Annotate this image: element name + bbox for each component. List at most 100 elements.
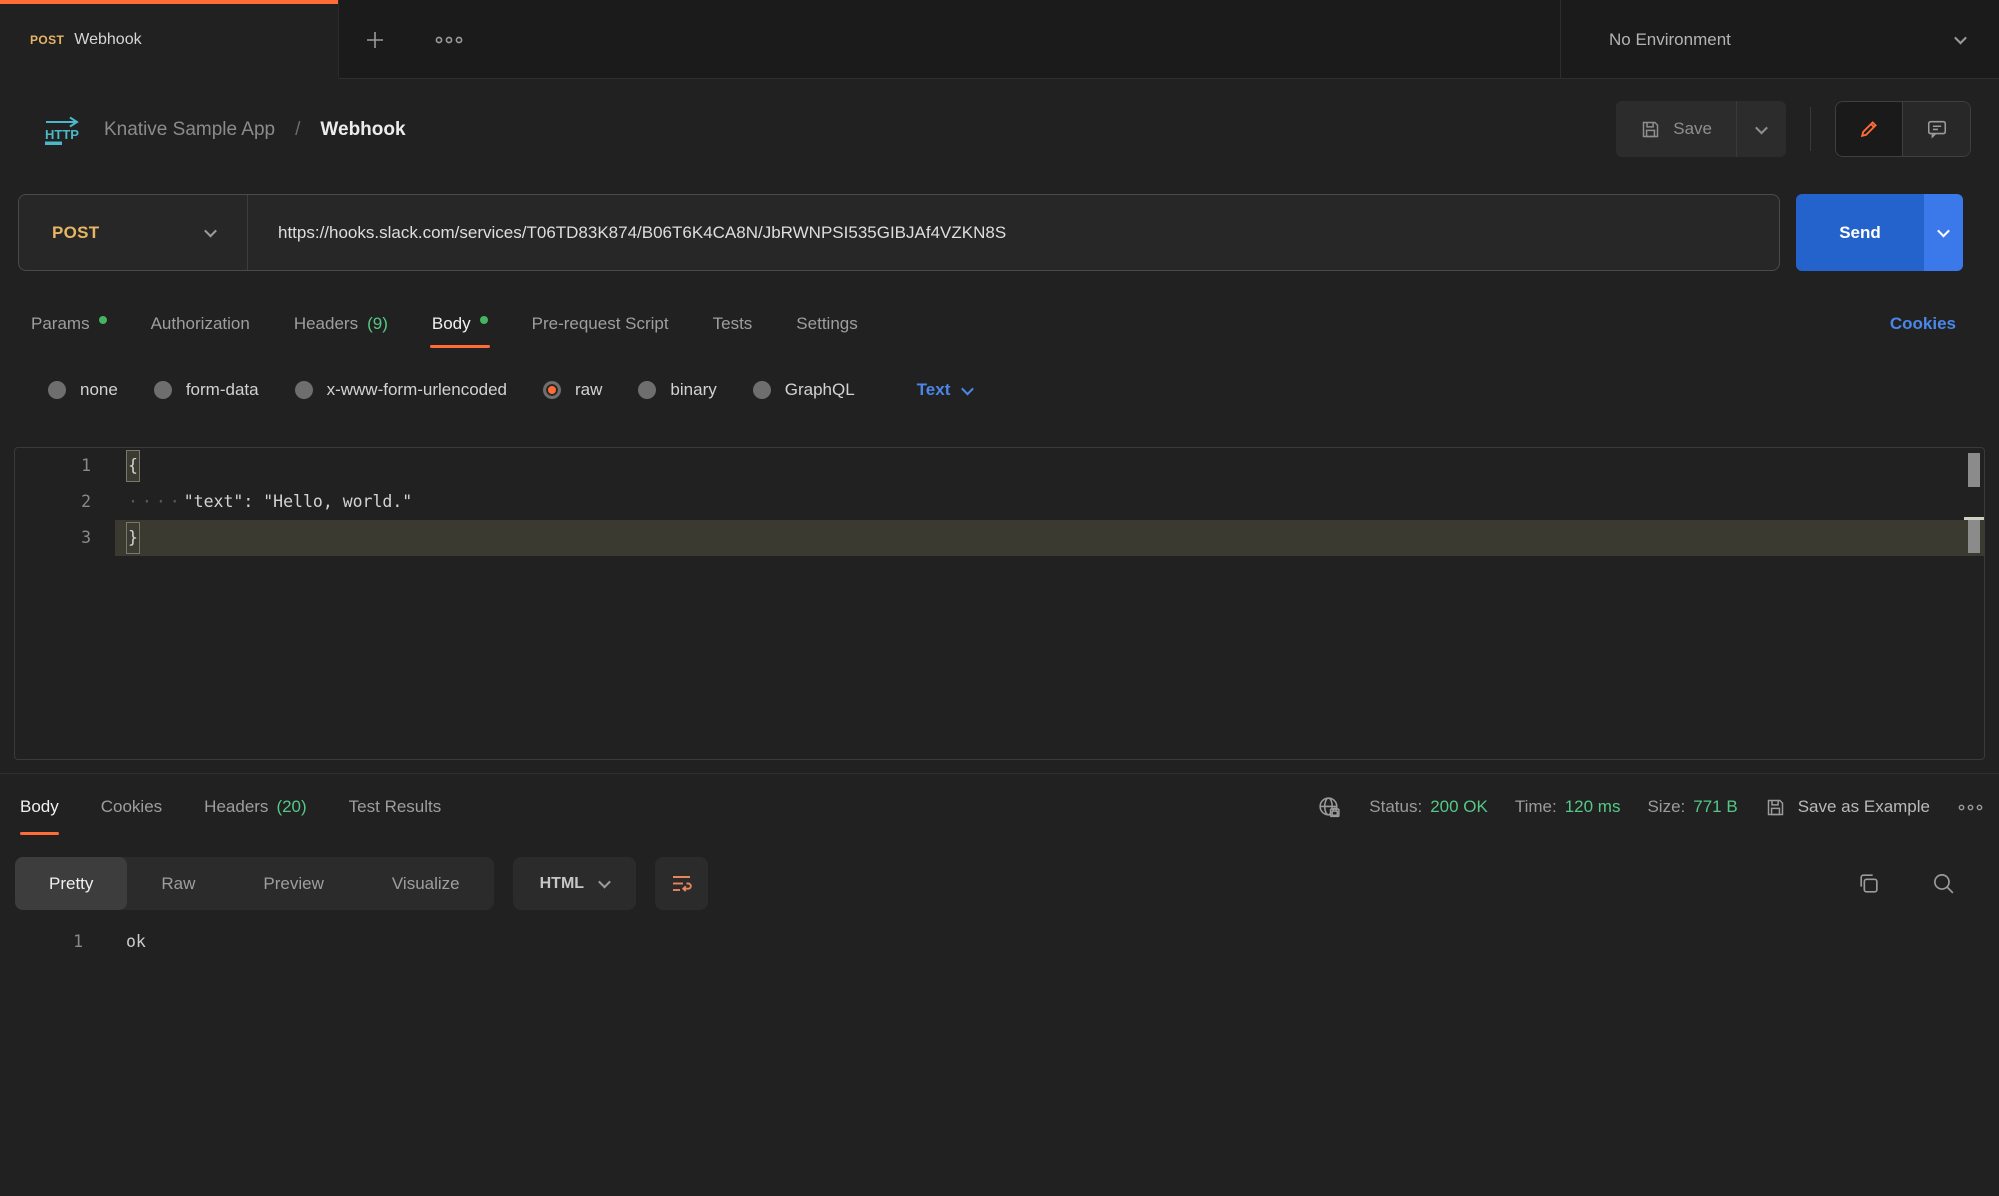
response-tab-headers[interactable]: Headers (20) bbox=[204, 779, 307, 835]
mode-none-label: none bbox=[80, 380, 118, 400]
wrap-text-button[interactable] bbox=[655, 857, 708, 910]
edit-comment-group bbox=[1835, 101, 1971, 157]
tab-prerequest-script[interactable]: Pre-request Script bbox=[532, 300, 669, 348]
header-actions: Save bbox=[1616, 100, 1971, 158]
response-tab-body-label: Body bbox=[20, 797, 59, 817]
view-preview-button[interactable]: Preview bbox=[229, 857, 357, 910]
view-raw-button[interactable]: Raw bbox=[127, 857, 229, 910]
url-input[interactable] bbox=[248, 223, 1779, 243]
tab-authorization[interactable]: Authorization bbox=[151, 300, 250, 348]
mode-none[interactable]: none bbox=[48, 380, 118, 400]
mode-graphql[interactable]: GraphQL bbox=[753, 380, 855, 400]
code-text: } bbox=[115, 520, 1984, 556]
save-options-button[interactable] bbox=[1736, 101, 1786, 157]
edit-request-button[interactable] bbox=[1836, 102, 1903, 156]
status-label: Status: bbox=[1369, 797, 1422, 817]
response-line: 1 ok bbox=[0, 920, 1999, 964]
view-visualize-button[interactable]: Visualize bbox=[358, 857, 494, 910]
radio-selected-icon[interactable] bbox=[543, 381, 561, 399]
chevron-down-icon bbox=[598, 876, 611, 889]
tab-settings[interactable]: Settings bbox=[796, 300, 857, 348]
save-button[interactable]: Save bbox=[1616, 101, 1736, 157]
response-tab-headers-label: Headers bbox=[204, 797, 268, 817]
tab-tests[interactable]: Tests bbox=[713, 300, 753, 348]
editor-line-active[interactable]: 3 } bbox=[15, 520, 1984, 556]
format-selector[interactable]: HTML bbox=[513, 857, 636, 910]
language-selector[interactable]: Text bbox=[917, 380, 973, 400]
bracket-match: { bbox=[126, 450, 140, 482]
scrollbar-thumb[interactable] bbox=[1968, 453, 1980, 487]
radio-icon[interactable] bbox=[48, 381, 66, 399]
mode-binary[interactable]: binary bbox=[638, 380, 716, 400]
radio-icon[interactable] bbox=[753, 381, 771, 399]
response-tab-body[interactable]: Body bbox=[20, 779, 59, 835]
comment-icon bbox=[1926, 118, 1948, 140]
green-dot-icon bbox=[99, 316, 107, 324]
response-body-viewer[interactable]: 1 ok bbox=[0, 920, 1999, 964]
response-tab-cookies[interactable]: Cookies bbox=[101, 779, 162, 835]
plus-icon bbox=[363, 28, 387, 52]
tab-params-label: Params bbox=[31, 314, 90, 334]
breadcrumb-request-name[interactable]: Webhook bbox=[320, 119, 405, 141]
editor-line[interactable]: 2 ····"text": "Hello, world." bbox=[15, 484, 1984, 520]
request-body-editor[interactable]: 1 { 2 ····"text": "Hello, world." 3 } bbox=[14, 447, 1985, 760]
time-label: Time: bbox=[1515, 797, 1557, 817]
save-as-example-button[interactable]: Save as Example bbox=[1765, 797, 1930, 818]
tab-settings-label: Settings bbox=[796, 314, 857, 334]
request-url-row: POST Send bbox=[18, 194, 1963, 271]
mode-urlencoded[interactable]: x-www-form-urlencoded bbox=[295, 380, 507, 400]
tab-tests-label: Tests bbox=[713, 314, 753, 334]
tab-params[interactable]: Params bbox=[31, 300, 107, 348]
view-pretty-button[interactable]: Pretty bbox=[15, 857, 127, 910]
language-value: Text bbox=[917, 380, 951, 400]
mode-form-data[interactable]: form-data bbox=[154, 380, 259, 400]
tab-body-label: Body bbox=[432, 314, 471, 334]
code-text: { bbox=[115, 448, 1984, 484]
body-mode-row: none form-data x-www-form-urlencoded raw… bbox=[0, 364, 1999, 416]
chevron-down-icon bbox=[1954, 32, 1967, 45]
response-tab-test-results[interactable]: Test Results bbox=[349, 779, 442, 835]
svg-text:HTTP: HTTP bbox=[45, 127, 79, 142]
response-tools bbox=[1856, 871, 1956, 896]
postman-window: POST Webhook No Environment HTTP bbox=[0, 0, 1999, 1196]
editor-line[interactable]: 1 { bbox=[15, 448, 1984, 484]
search-icon bbox=[1931, 871, 1956, 896]
tab-prerequest-label: Pre-request Script bbox=[532, 314, 669, 334]
environment-selector[interactable]: No Environment bbox=[1560, 0, 1999, 79]
pane-divider[interactable] bbox=[0, 773, 1999, 774]
ellipsis-icon bbox=[434, 35, 464, 45]
globe-lock-icon[interactable] bbox=[1317, 795, 1342, 820]
mode-raw[interactable]: raw bbox=[543, 380, 602, 400]
search-button[interactable] bbox=[1931, 871, 1956, 896]
floppy-disk-icon bbox=[1640, 119, 1661, 140]
tab-body[interactable]: Body bbox=[432, 300, 488, 348]
radio-icon[interactable] bbox=[154, 381, 172, 399]
code-text: ····"text": "Hello, world." bbox=[115, 484, 1984, 520]
method-selector[interactable]: POST bbox=[19, 195, 248, 270]
send-options-button[interactable] bbox=[1924, 194, 1963, 271]
breadcrumb-collection[interactable]: Knative Sample App bbox=[104, 119, 275, 141]
method-value: POST bbox=[52, 223, 100, 243]
tab-headers[interactable]: Headers (9) bbox=[294, 300, 388, 348]
overview-ruler-mark bbox=[1968, 520, 1980, 553]
send-button[interactable]: Send bbox=[1796, 194, 1924, 271]
copy-button[interactable] bbox=[1856, 871, 1881, 896]
response-options-button[interactable] bbox=[1957, 803, 1984, 812]
new-tab-button[interactable] bbox=[352, 0, 398, 79]
format-value: HTML bbox=[540, 875, 584, 893]
copy-icon bbox=[1856, 871, 1881, 896]
tab-options-button[interactable] bbox=[424, 0, 474, 79]
cookies-link[interactable]: Cookies bbox=[1890, 300, 1956, 348]
radio-icon[interactable] bbox=[295, 381, 313, 399]
radio-icon[interactable] bbox=[638, 381, 656, 399]
comment-button[interactable] bbox=[1903, 102, 1970, 156]
editor-scrollbar[interactable] bbox=[1964, 448, 1984, 759]
save-as-example-label: Save as Example bbox=[1798, 797, 1930, 817]
request-tabs: Params Authorization Headers (9) Body Pr… bbox=[0, 300, 1999, 348]
request-tab-webhook[interactable]: POST Webhook bbox=[0, 0, 339, 79]
breadcrumb-separator: / bbox=[295, 119, 300, 141]
mode-form-data-label: form-data bbox=[186, 380, 259, 400]
floppy-disk-icon bbox=[1765, 797, 1786, 818]
text-wrap-icon bbox=[670, 873, 694, 895]
response-tab-test-results-label: Test Results bbox=[349, 797, 442, 817]
